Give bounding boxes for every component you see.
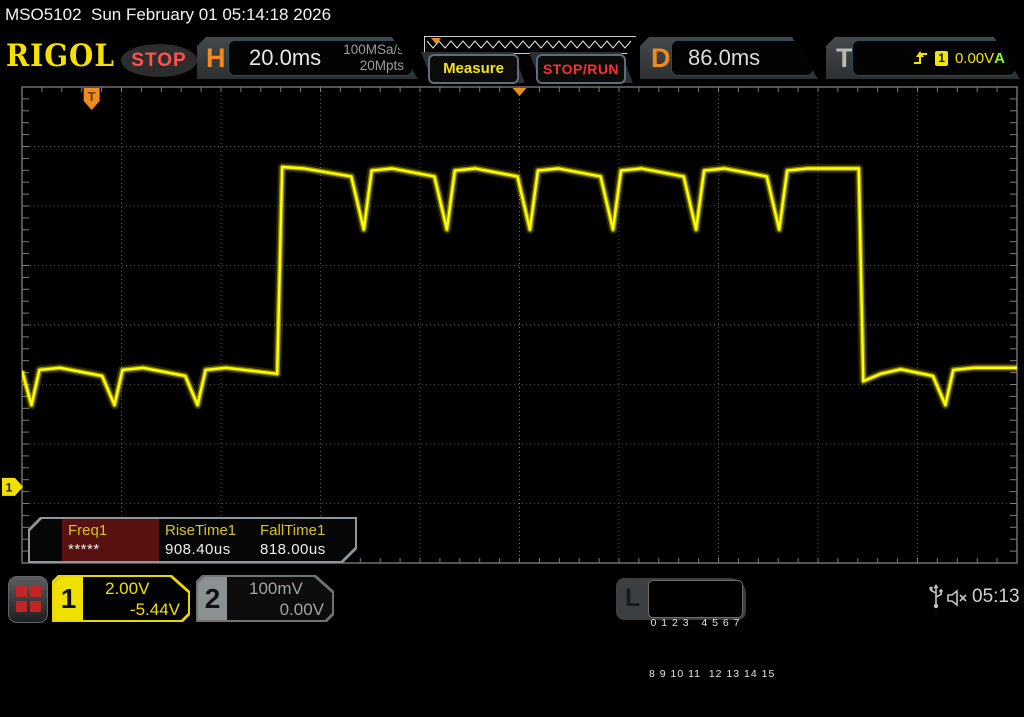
usb-icon [928, 584, 944, 610]
menu-icon [30, 601, 41, 612]
timebase-value: 20.0ms [249, 45, 321, 71]
measurement-results-inner: Freq1 ***** RiseTime1 908.40us FallTime1… [30, 519, 355, 561]
horizontal-panel[interactable]: H 20.0ms 100MSa/s 20Mpts [197, 37, 418, 79]
logic-channels-badge[interactable]: L 0 1 2 3 4 5 6 7 8 9 10 11 12 13 14 15 [616, 578, 746, 620]
logic-row-2: 8 9 10 11 12 13 14 15 [649, 666, 742, 683]
measurement-name: Freq1 [68, 522, 164, 539]
svg-text:T: T [88, 89, 96, 104]
menu-icon [16, 586, 27, 597]
menu-icon [16, 601, 27, 612]
logic-channel-list: 0 1 2 3 4 5 6 7 8 9 10 11 12 13 14 15 [648, 580, 743, 618]
dc-coupling-icon [85, 584, 100, 593]
measurement-value: 908.40us [165, 541, 261, 558]
measurement-item[interactable]: Freq1 ***** [68, 522, 164, 558]
memory-preview-waveform [425, 37, 633, 51]
sample-rate: 100MSa/s [343, 42, 404, 58]
acquisition-info: 100MSa/s 20Mpts [343, 42, 404, 74]
measurement-name: RiseTime1 [165, 522, 261, 539]
trigger-source-badge: 1 [935, 51, 948, 66]
run-state-indicator[interactable]: STOP [121, 44, 197, 77]
trigger-readout: 1 0.00V A [852, 40, 1016, 76]
channel2-badge[interactable]: 2 100mV 0.00V [196, 575, 334, 622]
menu-button[interactable] [8, 576, 48, 623]
trigger-level-value: 0.00V [955, 50, 994, 67]
measurement-item[interactable]: FallTime1 818.00us [260, 522, 356, 558]
horizontal-readout: 20.0ms 100MSa/s 20Mpts [228, 40, 413, 76]
channel1-scale: 2.00V [105, 578, 149, 599]
delay-panel[interactable]: D 86.0ms [640, 37, 818, 79]
scope-graticule: T1 [0, 80, 1024, 575]
measurement-name: FallTime1 [260, 522, 356, 539]
clock: 05:13 [972, 586, 1020, 608]
delay-value: 86.0ms [688, 45, 760, 71]
rigol-logo: RIGOL [6, 38, 115, 74]
waveform-display[interactable]: T1 [0, 80, 1024, 575]
channel2-offset: 0.00V [229, 599, 324, 620]
channel2-number: 2 [198, 577, 227, 620]
channel1-badge[interactable]: 1 2.00V -5.44V [52, 575, 190, 622]
memory-depth: 20Mpts [343, 58, 404, 74]
waveform-position-bar[interactable] [424, 36, 636, 54]
oscilloscope-screen: { "window": { "title": "MSO5102 Sun Febr… [0, 0, 1024, 630]
delay-readout: 86.0ms [671, 40, 814, 76]
trigger-mode: A [994, 50, 1005, 67]
measurement-results-panel[interactable]: Freq1 ***** RiseTime1 908.40us FallTime1… [28, 517, 357, 563]
svg-text:1: 1 [6, 480, 13, 494]
measurement-item[interactable]: RiseTime1 908.40us [165, 522, 261, 558]
menu-icon [30, 586, 41, 597]
measurement-value: ***** [68, 541, 164, 558]
speaker-muted-icon [946, 588, 970, 608]
rising-edge-icon [913, 50, 927, 66]
channel2-scale: 100mV [249, 578, 303, 599]
logic-label: L [625, 584, 640, 613]
delay-label: D [651, 43, 671, 74]
channel1-offset: -5.44V [85, 599, 180, 620]
measurement-value: 818.00us [260, 541, 356, 558]
logic-row-1: 0 1 2 3 4 5 6 7 [649, 615, 742, 632]
dc-coupling-icon [229, 584, 244, 593]
channel1-number: 1 [54, 577, 83, 620]
trigger-panel[interactable]: T 1 0.00V A [826, 37, 1020, 79]
trigger-label: T [836, 43, 853, 74]
window-title: MSO5102 Sun February 01 05:14:18 2026 [0, 0, 1024, 32]
horizontal-label: H [206, 43, 226, 74]
